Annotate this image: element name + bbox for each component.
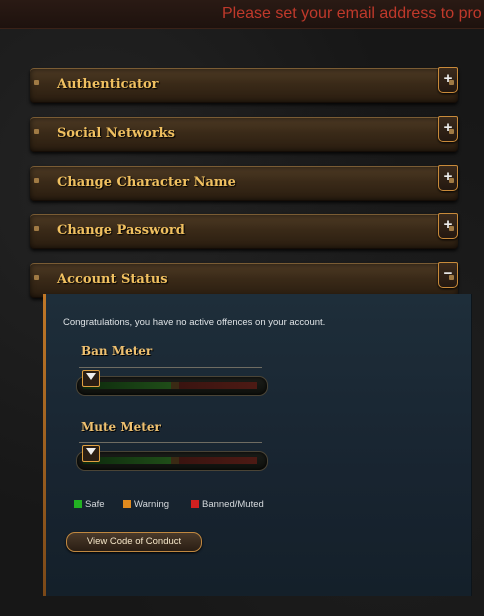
- view-code-of-conduct-button[interactable]: View Code of Conduct: [66, 532, 202, 552]
- section-label: Authenticator: [57, 77, 159, 92]
- ban-meter-pointer-icon: [82, 370, 100, 387]
- ban-meter-rule: [79, 367, 262, 368]
- section-label: Change Character Name: [57, 175, 236, 190]
- section-label: Account Status: [57, 272, 168, 287]
- section-change-password[interactable]: Change Password +: [30, 213, 458, 249]
- expand-plus-icon[interactable]: +: [438, 213, 458, 239]
- email-warning-banner[interactable]: Please set your email address to pro: [0, 0, 484, 29]
- section-change-character-name[interactable]: Change Character Name +: [30, 165, 458, 201]
- warning-swatch-icon: [123, 500, 131, 508]
- panel-rail: [43, 294, 46, 596]
- banned-swatch-icon: [191, 500, 199, 508]
- ban-meter-title: Ban Meter: [81, 344, 153, 358]
- legend-safe: Safe: [74, 499, 105, 510]
- legend-label: Warning: [134, 499, 170, 510]
- mute-meter: [76, 451, 268, 471]
- mute-meter-warning-zone: [171, 457, 179, 464]
- legend-banned-muted: Banned/Muted: [191, 499, 264, 510]
- mute-meter-muted-zone: [179, 457, 257, 464]
- offence-status-message: Congratulations, you have no active offe…: [63, 317, 326, 328]
- email-warning-text: Please set your email address to pro: [222, 5, 482, 22]
- mute-meter-rule: [79, 442, 262, 443]
- collapse-minus-icon[interactable]: −: [438, 262, 458, 288]
- section-social-networks[interactable]: Social Networks +: [30, 116, 458, 152]
- ban-meter-banned-zone: [179, 382, 257, 389]
- ban-meter: [76, 376, 268, 396]
- legend-warning: Warning: [123, 499, 169, 510]
- section-label: Social Networks: [57, 126, 175, 141]
- expand-plus-icon[interactable]: +: [438, 165, 458, 191]
- section-label: Change Password: [57, 223, 185, 238]
- mute-meter-pointer-icon: [82, 445, 100, 462]
- legend-label: Banned/Muted: [202, 499, 264, 510]
- ban-meter-warning-zone: [171, 382, 179, 389]
- section-authenticator[interactable]: Authenticator +: [30, 67, 458, 103]
- expand-plus-icon[interactable]: +: [438, 116, 458, 142]
- legend-label: Safe: [85, 499, 105, 510]
- account-status-panel: Congratulations, you have no active offe…: [43, 294, 472, 596]
- mute-meter-title: Mute Meter: [81, 420, 161, 434]
- safe-swatch-icon: [74, 500, 82, 508]
- section-account-status[interactable]: Account Status −: [30, 262, 458, 298]
- expand-plus-icon[interactable]: +: [438, 67, 458, 93]
